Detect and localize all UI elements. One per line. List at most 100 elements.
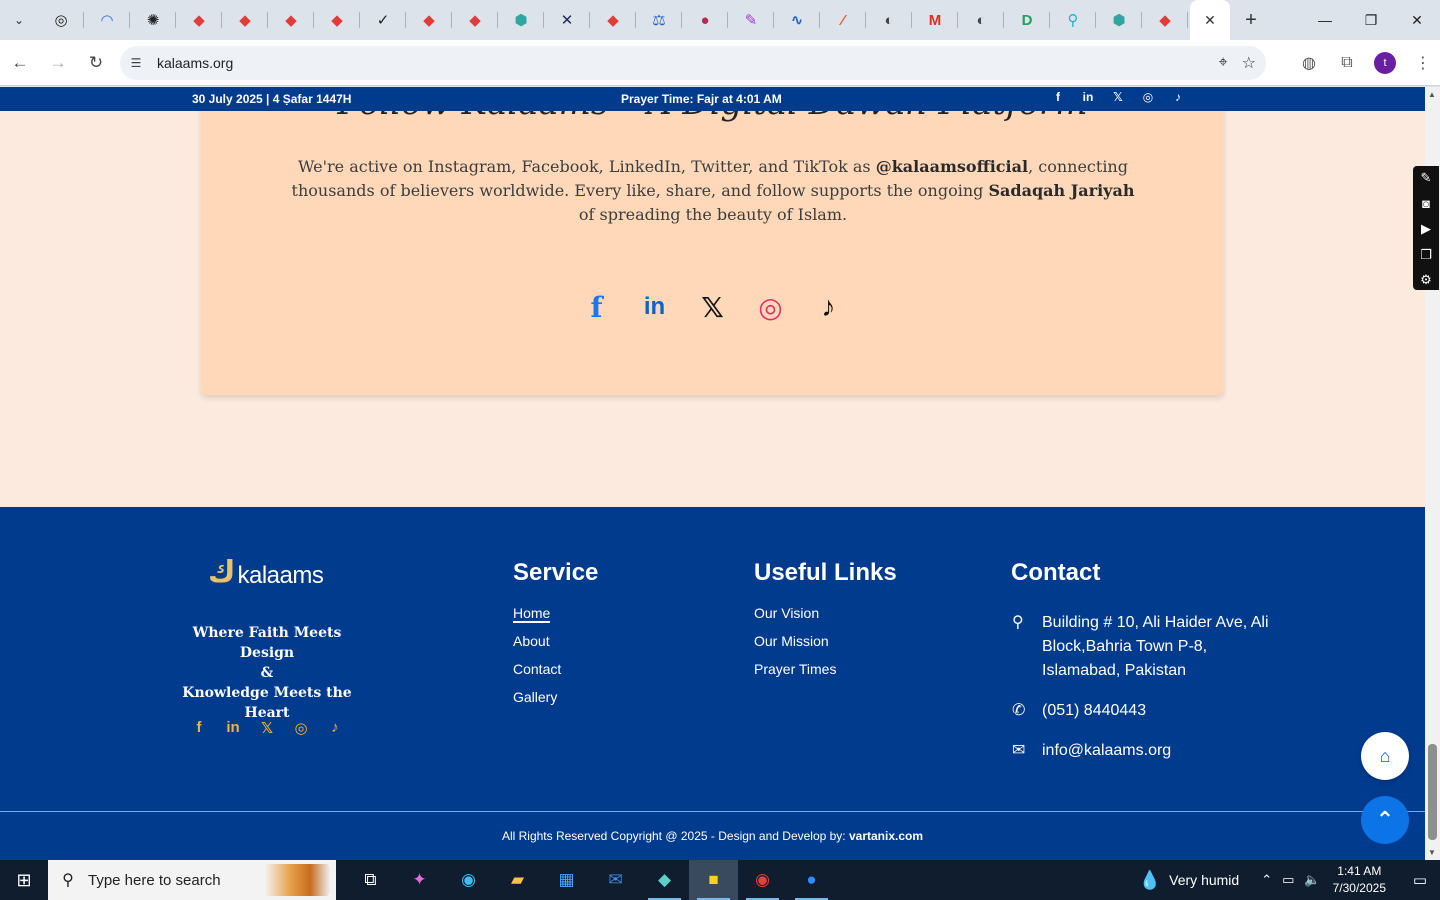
browser-tab[interactable]: ✓ bbox=[360, 0, 406, 40]
footer-link-prayer-times[interactable]: Prayer Times bbox=[754, 661, 836, 679]
zoom-app[interactable]: ● bbox=[787, 860, 836, 900]
camera-icon[interactable]: ◙ bbox=[1422, 196, 1430, 214]
x-twitter-icon[interactable]: 𝕏 bbox=[1110, 90, 1126, 104]
footer-link-gallery[interactable]: Gallery bbox=[513, 689, 561, 707]
tiktok-icon[interactable]: ♪ bbox=[326, 719, 344, 737]
browser-tab[interactable]: ◆ bbox=[176, 0, 222, 40]
weather-widget[interactable]: 💧 Very humid bbox=[1139, 870, 1239, 891]
profile-avatar[interactable]: t bbox=[1374, 52, 1396, 74]
contact-phone[interactable]: ✆ (051) 8440443 bbox=[1012, 699, 1146, 723]
browser-tab[interactable]: ⬢ bbox=[1096, 0, 1142, 40]
instagram-icon[interactable]: ◎ bbox=[755, 291, 787, 323]
task-view-button[interactable]: ⧉ bbox=[346, 860, 395, 900]
browser-tab[interactable]: ◆ bbox=[222, 0, 268, 40]
browser-tab[interactable]: ◆ bbox=[314, 0, 360, 40]
browser-tab[interactable]: M bbox=[912, 0, 958, 40]
linkedin-icon[interactable]: in bbox=[1080, 90, 1096, 104]
browser-tab[interactable]: ◆ bbox=[590, 0, 636, 40]
footer-link-our-vision[interactable]: Our Vision bbox=[754, 605, 836, 623]
instagram-icon[interactable]: ◎ bbox=[292, 719, 310, 737]
start-button[interactable]: ⊞ bbox=[0, 860, 48, 900]
browser-tab[interactable]: ◎ bbox=[38, 0, 84, 40]
browser-tab[interactable]: ◆ bbox=[406, 0, 452, 40]
footer-logo[interactable]: ﻙ kalaams bbox=[208, 555, 324, 590]
vpn-app[interactable]: ◆ bbox=[640, 860, 689, 900]
omnibox[interactable]: ☰ kalaams.org ⌖ ☆ bbox=[120, 46, 1266, 80]
browser-tab[interactable]: ◐ bbox=[866, 0, 912, 40]
site-info-icon[interactable]: ☰ bbox=[120, 56, 152, 70]
browser-tab[interactable]: ✺ bbox=[130, 0, 176, 40]
maximize-button[interactable]: ❐ bbox=[1348, 0, 1394, 40]
footer-link-our-mission[interactable]: Our Mission bbox=[754, 633, 836, 651]
tiktok-icon[interactable]: ♪ bbox=[813, 291, 845, 323]
chevron-up-icon[interactable]: ⌃ bbox=[1261, 872, 1272, 888]
forward-button[interactable]: → bbox=[40, 45, 76, 81]
browser-tab[interactable]: ◆ bbox=[268, 0, 314, 40]
browser-tab[interactable]: ◐ bbox=[958, 0, 1004, 40]
minimize-button[interactable]: — bbox=[1302, 0, 1348, 40]
footer-link-home[interactable]: Home bbox=[513, 605, 551, 623]
browser-tab[interactable]: ⬢ bbox=[498, 0, 544, 40]
tiktok-icon[interactable]: ♪ bbox=[1170, 90, 1186, 104]
developer-link[interactable]: vartanix.com bbox=[849, 829, 923, 843]
browser-tab[interactable]: ∿ bbox=[774, 0, 820, 40]
copilot-app[interactable]: ✦ bbox=[395, 860, 444, 900]
browser-tab[interactable]: ◆ bbox=[1142, 0, 1188, 40]
close-tab-icon[interactable]: ✕ bbox=[1204, 12, 1216, 29]
bookmark-star-icon[interactable]: ☆ bbox=[1242, 53, 1256, 73]
kebab-menu-icon[interactable]: ⋮ bbox=[1412, 52, 1434, 74]
x-twitter-icon[interactable]: 𝕏 bbox=[258, 719, 276, 737]
facebook-icon[interactable]: f bbox=[581, 291, 613, 324]
browser-tab[interactable]: D bbox=[1004, 0, 1050, 40]
chrome-app[interactable]: ◉ bbox=[738, 860, 787, 900]
browser-tab[interactable]: ✕ bbox=[544, 0, 590, 40]
store-app[interactable]: ▦ bbox=[542, 860, 591, 900]
video-camera-icon[interactable]: ▶ bbox=[1421, 221, 1431, 239]
notifications-button[interactable]: ▭ bbox=[1400, 871, 1440, 889]
browser-tab[interactable]: ⚲ bbox=[1050, 0, 1096, 40]
x-twitter-icon[interactable]: 𝕏 bbox=[697, 291, 729, 323]
browser-tab[interactable]: ⚖ bbox=[636, 0, 682, 40]
location-pin-icon[interactable]: ⌖ bbox=[1219, 54, 1228, 72]
scroll-thumb[interactable] bbox=[1428, 744, 1437, 840]
extensions-puzzle-icon[interactable]: ⧉ bbox=[1336, 52, 1358, 74]
folder-icon: ▰ bbox=[510, 870, 525, 889]
scroll-to-top-button[interactable]: ⌃ bbox=[1361, 796, 1409, 844]
network-icon[interactable]: ▭ bbox=[1282, 872, 1294, 888]
facebook-icon[interactable]: f bbox=[1050, 90, 1066, 104]
linkedin-icon[interactable]: in bbox=[224, 719, 242, 737]
scroll-up-icon[interactable]: ▲ bbox=[1428, 90, 1436, 99]
contact-email[interactable]: ✉ info@kalaams.org bbox=[1012, 739, 1171, 763]
footer-link-contact[interactable]: Contact bbox=[513, 661, 561, 679]
linkedin-icon[interactable]: in bbox=[639, 291, 671, 323]
reload-button[interactable]: ↻ bbox=[78, 45, 114, 81]
active-tab[interactable]: ✕ bbox=[1190, 0, 1230, 40]
close-window-button[interactable]: ✕ bbox=[1394, 0, 1440, 40]
tab-search-button[interactable]: ⌄ bbox=[6, 7, 32, 33]
browser-tab[interactable]: ⁄ bbox=[820, 0, 866, 40]
file-explorer-app[interactable]: ▰ bbox=[493, 860, 542, 900]
browser-tab[interactable]: ✎ bbox=[728, 0, 774, 40]
chat-widget-button[interactable]: ⌂ bbox=[1361, 732, 1409, 780]
gear-icon[interactable]: ⚙ bbox=[1420, 272, 1432, 290]
new-tab-button[interactable]: + bbox=[1236, 5, 1266, 35]
browser-tab[interactable]: ◆ bbox=[452, 0, 498, 40]
browser-tab[interactable]: ● bbox=[682, 0, 728, 40]
pencil-icon[interactable]: ✎ bbox=[1421, 170, 1432, 188]
footer-link-about[interactable]: About bbox=[513, 633, 561, 651]
browser-tab[interactable]: ◠ bbox=[84, 0, 130, 40]
sticky-notes-app[interactable]: ■ bbox=[689, 860, 738, 900]
volume-icon[interactable]: 🔈 bbox=[1304, 872, 1320, 888]
taskbar-search[interactable]: ⚲ Type here to search bbox=[48, 860, 336, 900]
facebook-icon[interactable]: f bbox=[190, 719, 208, 737]
window-icon[interactable]: ❐ bbox=[1420, 247, 1432, 265]
translate-globe-icon[interactable]: ◍ bbox=[1298, 52, 1320, 74]
back-button[interactable]: ← bbox=[2, 45, 38, 81]
omnibox-actions: ⌖ ☆ bbox=[1219, 46, 1256, 80]
instagram-icon[interactable]: ◎ bbox=[1140, 90, 1156, 104]
edge-app[interactable]: ◉ bbox=[444, 860, 493, 900]
scroll-down-icon[interactable]: ▼ bbox=[1428, 848, 1436, 857]
red-diamond-icon: ◆ bbox=[193, 12, 205, 29]
taskbar-clock[interactable]: 1:41 AM 7/30/2025 bbox=[1333, 863, 1386, 897]
mail-app[interactable]: ✉ bbox=[591, 860, 640, 900]
